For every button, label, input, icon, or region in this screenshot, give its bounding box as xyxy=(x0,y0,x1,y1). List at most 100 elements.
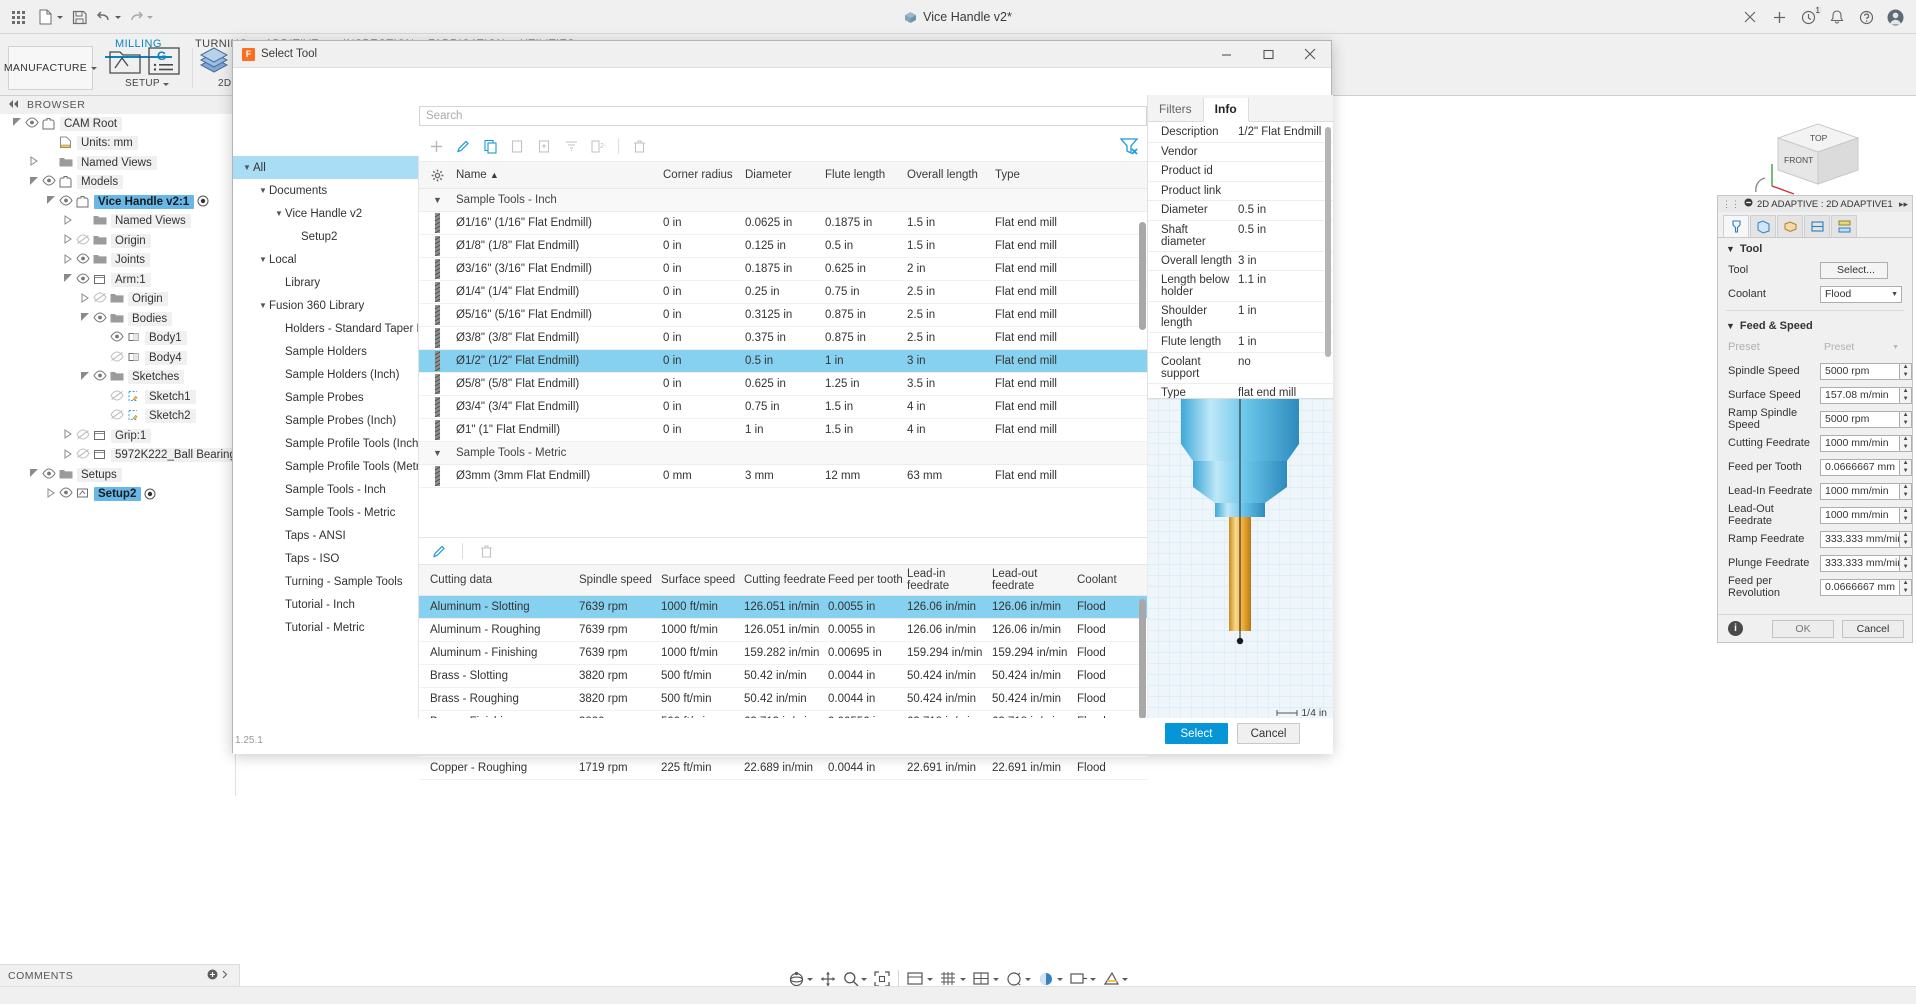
tool-row[interactable]: Ø1/2" (1/2" Flat Endmill) 0 in 0.5 in 1 in 3… xyxy=(419,350,1147,373)
tool-row[interactable]: Ø3/4" (3/4" Flat Endmill) 0 in 0.75 in 1.5 … xyxy=(419,396,1147,419)
stepper-up-icon[interactable]: ▲ xyxy=(1900,484,1911,492)
property-input[interactable]: 0.0666667 mm xyxy=(1820,458,1901,476)
library-item-taps-iso[interactable]: Taps - ISO xyxy=(233,547,418,570)
col-lead-out-feedrate[interactable]: Lead-out feedrate xyxy=(992,568,1077,592)
tool-row[interactable]: Ø3/8" (3/8" Flat Endmill) 0 in 0.375 in 0.8… xyxy=(419,327,1147,350)
select-button[interactable]: Select xyxy=(1165,723,1228,744)
browser-item-body1[interactable]: Body1 xyxy=(0,329,235,349)
library-item-setup2[interactable]: Setup2 xyxy=(233,225,418,248)
stepper-down-icon[interactable]: ▼ xyxy=(1900,539,1911,547)
eye-off-icon[interactable] xyxy=(110,390,126,404)
eye-on-icon[interactable] xyxy=(59,487,75,501)
expander-open-icon[interactable] xyxy=(12,117,25,130)
property-input[interactable]: 157.08 m/min xyxy=(1820,386,1901,404)
comments-bar[interactable]: COMMENTS xyxy=(0,964,240,986)
import-icon[interactable] xyxy=(559,135,583,157)
eye-off-icon[interactable] xyxy=(110,351,126,365)
chevron-down-icon[interactable]: ▼ xyxy=(257,255,269,264)
stepper-buttons[interactable]: ▲ ▼ xyxy=(1900,554,1912,572)
library-item-sample-profile-tools-inch[interactable]: Sample Profile Tools (Inch) xyxy=(233,432,418,455)
cutting-data-row[interactable]: Aluminum - Slotting 7639 rpm 1000 ft/min 12… xyxy=(419,596,1147,619)
library-item-all[interactable]: ▼ All xyxy=(233,156,418,179)
browser-item-origin[interactable]: Origin xyxy=(0,231,235,251)
stepper-buttons[interactable]: ▲ ▼ xyxy=(1900,506,1912,524)
jobs-status-icon[interactable]: 1 xyxy=(1795,4,1822,30)
stepper-buttons[interactable]: ▲ ▼ xyxy=(1900,410,1912,428)
stepper-down-icon[interactable]: ▼ xyxy=(1900,395,1911,403)
section-collapse-icon[interactable]: ▼ xyxy=(1726,321,1735,331)
library-item-sample-tools-metric[interactable]: Sample Tools - Metric xyxy=(233,501,418,524)
copy-icon[interactable] xyxy=(478,135,502,157)
library-item-vice-handle-v2[interactable]: ▼ Vice Handle v2 xyxy=(233,202,418,225)
tool-row[interactable]: Ø3mm (3mm Flat Endmill) 0 mm 3 mm 12 mm 63 m… xyxy=(419,465,1147,488)
eye-off-icon[interactable] xyxy=(76,234,92,248)
section-header[interactable]: ▼ Tool xyxy=(1718,238,1912,258)
stepper-up-icon[interactable]: ▲ xyxy=(1900,556,1911,564)
eye-on-icon[interactable] xyxy=(42,468,58,482)
stepper-up-icon[interactable]: ▲ xyxy=(1900,412,1911,420)
browser-item-named-views[interactable]: Named Views xyxy=(0,212,235,232)
delete-icon[interactable] xyxy=(627,135,651,157)
browser-item-cam-root[interactable]: CAM Root xyxy=(0,114,235,134)
new-tool-icon[interactable] xyxy=(424,135,448,157)
tool-row[interactable]: Ø1/16" (1/16" Flat Endmill) 0 in 0.0625 in… xyxy=(419,212,1147,235)
tool-tab-icon[interactable] xyxy=(1723,215,1749,237)
stepper-down-icon[interactable]: ▼ xyxy=(1900,587,1911,595)
group-collapse-icon[interactable]: ▼ xyxy=(419,195,456,205)
stepper-buttons[interactable]: ▲ ▼ xyxy=(1900,362,1912,380)
cutting-data-row[interactable]: Copper - Roughing 1719 rpm 225 ft/min 22.68… xyxy=(419,757,1147,780)
add-tab-icon[interactable] xyxy=(1766,4,1792,30)
library-item-taps-ansi[interactable]: Taps - ANSI xyxy=(233,524,418,547)
col-diameter[interactable]: Diameter xyxy=(745,169,825,181)
expander-closed-icon[interactable] xyxy=(80,292,93,306)
cancel-button[interactable]: Cancel xyxy=(1237,723,1300,744)
browser-item-bodies[interactable]: Bodies xyxy=(0,309,235,329)
ok-button[interactable]: OK xyxy=(1772,620,1834,638)
tool-row[interactable]: Ø1/4" (1/4" Flat Endmill) 0 in 0.25 in 0.75… xyxy=(419,281,1147,304)
property-input[interactable]: 1000 mm/min xyxy=(1820,434,1901,452)
property-input[interactable]: 5000 rpm xyxy=(1820,410,1901,428)
tool-group-row[interactable]: ▼ Sample Tools - Metric xyxy=(419,442,1147,465)
edit-cutting-data-icon[interactable] xyxy=(427,540,451,562)
comments-expand-icon[interactable] xyxy=(222,970,231,982)
property-dropdown[interactable]: Flood ▼ xyxy=(1820,285,1902,303)
workspace-switcher-button[interactable]: MANUFACTURE xyxy=(4,46,98,90)
paste-icon[interactable] xyxy=(505,135,529,157)
gear-icon[interactable] xyxy=(419,169,456,182)
collapse-browser-icon[interactable] xyxy=(8,99,19,111)
stepper-up-icon[interactable]: ▲ xyxy=(1900,580,1911,588)
maximize-icon[interactable] xyxy=(1247,41,1289,68)
expander-open-icon[interactable] xyxy=(29,468,42,481)
col-corner-radius[interactable]: Corner radius xyxy=(663,169,745,181)
library-item-sample-profile-tools-metric[interactable]: Sample Profile Tools (Metric) xyxy=(233,455,418,478)
browser-item-setups[interactable]: Setups xyxy=(0,465,235,485)
eye-on-icon[interactable] xyxy=(76,253,92,267)
eye-on-icon[interactable] xyxy=(25,117,41,131)
group-collapse-icon[interactable]: ▼ xyxy=(419,448,456,458)
tool-table-scrollbar[interactable] xyxy=(1139,222,1146,330)
search-input[interactable]: Search xyxy=(419,106,1147,126)
browser-item-named-views[interactable]: Named Views xyxy=(0,153,235,173)
property-input[interactable]: 1000 mm/min xyxy=(1820,482,1901,500)
tool-row[interactable]: Ø3/16" (3/16" Flat Endmill) 0 in 0.1875 in… xyxy=(419,258,1147,281)
browser-item-vice-handle-v2-1[interactable]: Vice Handle v2:1 xyxy=(0,192,235,212)
radio-icon[interactable] xyxy=(144,488,157,501)
chevron-down-icon[interactable]: ▼ xyxy=(257,186,269,195)
expander-closed-icon[interactable] xyxy=(46,487,59,501)
expander-closed-icon[interactable] xyxy=(63,253,76,267)
library-item-sample-tools-inch[interactable]: Sample Tools - Inch xyxy=(233,478,418,501)
cutting-data-row[interactable]: Aluminum - Roughing 7639 rpm 1000 ft/min 12… xyxy=(419,619,1147,642)
stepper-buttons[interactable]: ▲ ▼ xyxy=(1900,458,1912,476)
close-icon[interactable] xyxy=(1289,41,1331,68)
library-item-sample-holders-inch[interactable]: Sample Holders (Inch) xyxy=(233,363,418,386)
eye-off-icon[interactable] xyxy=(76,448,92,462)
chevron-down-icon[interactable]: ▼ xyxy=(241,163,253,172)
expander-closed-icon[interactable] xyxy=(63,429,76,442)
col-cutting-data[interactable]: Cutting data xyxy=(419,574,579,586)
property-input[interactable]: 1000 mm/min xyxy=(1820,506,1901,524)
property-input[interactable]: 333.333 mm/min xyxy=(1820,530,1901,548)
viewcube[interactable]: TOP FRONT x xyxy=(1748,108,1868,208)
library-item-turning-sample-tools[interactable]: Turning - Sample Tools xyxy=(233,570,418,593)
col-feed-per-tooth[interactable]: Feed per tooth xyxy=(828,574,907,586)
filter-clear-icon[interactable] xyxy=(1119,137,1141,156)
